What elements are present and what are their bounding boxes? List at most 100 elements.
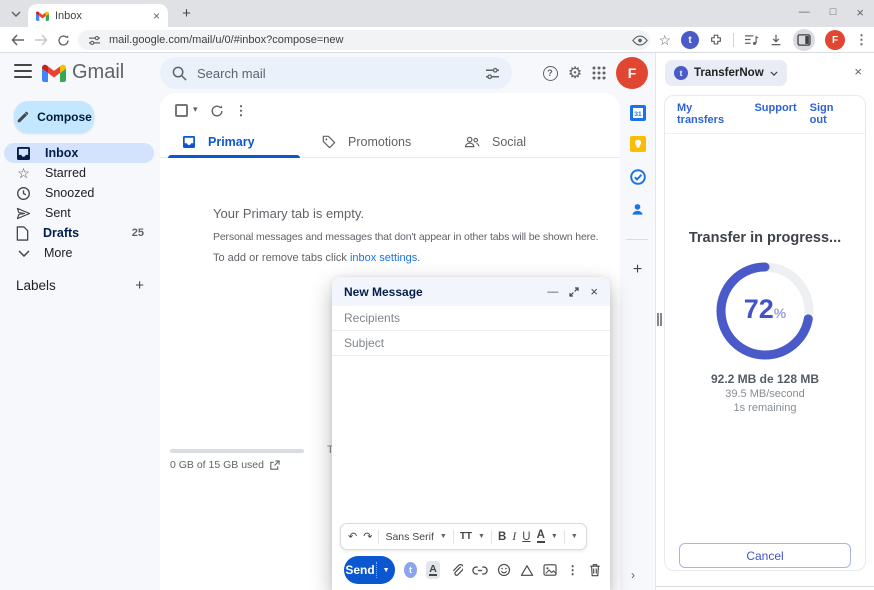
bookmark-star-icon[interactable]: ☆ [658,32,671,49]
compose-popout-icon[interactable] [569,287,579,297]
select-dropdown-icon[interactable]: ▾ [193,104,198,115]
settings-gear-icon[interactable]: ⚙ [565,63,585,83]
search-icon [172,66,187,81]
cancel-button[interactable]: Cancel [679,543,851,568]
refresh-button[interactable] [53,30,73,50]
compose-button[interactable]: Compose [14,101,94,133]
transfernow-extension-icon[interactable]: t [681,31,699,49]
text-color-button[interactable]: A [537,530,545,543]
sidebar-item-inbox[interactable]: Inbox [4,143,154,163]
tab-close-icon[interactable]: × [153,9,160,23]
downloads-icon[interactable] [769,33,783,47]
recipients-row[interactable] [332,306,610,331]
undo-icon[interactable]: ↶ [348,530,357,543]
attach-file-icon[interactable] [449,562,463,579]
tab-primary[interactable]: Primary [168,125,300,158]
font-family-select[interactable]: Sans Serif [385,531,433,543]
size-caret-icon[interactable]: ▼ [478,533,485,540]
browser-toolbar: mail.google.com/mail/u/0/#inbox?compose=… [0,27,874,53]
list-more-button[interactable]: ⋮ [232,102,250,120]
forward-arrow-icon [34,34,48,46]
tab-promotions[interactable]: Promotions [308,125,446,158]
extensions-puzzle-icon[interactable] [709,33,723,47]
font-size-button[interactable]: TT [460,531,472,542]
underline-button[interactable]: U [522,531,530,543]
keep-icon[interactable] [629,135,646,152]
calendar-icon[interactable]: 31 [629,104,646,121]
subject-input[interactable] [344,336,598,350]
transfernow-compose-icon[interactable]: t [404,562,417,578]
insert-image-icon[interactable] [543,562,557,579]
insert-link-icon[interactable] [472,562,488,579]
more-formats-icon[interactable]: ▼ [571,533,578,540]
external-link-icon[interactable] [269,460,280,471]
gmail-profile-avatar[interactable]: F [616,57,648,89]
password-eye-icon[interactable] [632,35,648,46]
italic-button[interactable]: I [512,529,516,544]
collapse-panel-arrow[interactable]: › [631,568,635,582]
compose-header[interactable]: New Message — × [332,277,610,306]
support-link[interactable]: Support [754,102,796,126]
empty-state-description: Personal messages and messages that don'… [213,231,598,243]
inbox-settings-link[interactable]: inbox settings [350,252,417,264]
sidebar-item-starred[interactable]: ☆ Starred [0,163,160,183]
sidebar-item-drafts[interactable]: Drafts 25 [0,223,160,243]
window-close-button[interactable]: × [856,5,864,20]
social-people-icon [464,135,480,148]
tasks-icon[interactable] [629,168,646,185]
percent-unit: % [774,305,786,321]
send-button[interactable]: Send ▼ [344,556,395,584]
sidebar-item-sent[interactable]: Sent [0,203,160,223]
compose-minimize-icon[interactable]: — [547,286,558,298]
sidebar-item-snoozed[interactable]: Snoozed [0,183,160,203]
window-maximize-button[interactable]: □ [830,6,837,18]
subject-row[interactable] [332,331,610,356]
sign-out-link[interactable]: Sign out [810,102,853,126]
browser-menu-icon[interactable]: ⋮ [855,32,868,48]
new-tab-button[interactable]: + [178,5,195,22]
send-options-caret[interactable]: ▼ [377,567,395,574]
discard-draft-icon[interactable] [588,562,602,579]
sidebar-item-more[interactable]: More [0,243,160,263]
window-minimize-button[interactable]: — [799,6,810,18]
media-controls-icon[interactable] [744,34,759,46]
refresh-list-button[interactable] [208,102,226,120]
insert-emoji-icon[interactable] [497,562,511,579]
transfer-remaining-text: 1s remaining [665,402,865,414]
formatting-options-button[interactable]: A [426,561,440,579]
bold-button[interactable]: B [498,531,506,543]
tab-social[interactable]: Social [450,125,590,158]
main-menu-icon[interactable] [14,64,32,78]
back-button[interactable] [8,30,28,50]
side-panel-source-select[interactable]: t TransferNow [665,60,787,86]
browser-tab-inbox[interactable]: Inbox × [28,4,168,27]
insert-drive-icon[interactable] [520,562,534,579]
help-icon[interactable]: ? [540,63,560,83]
gmail-logo: Gmail [42,61,124,84]
side-panel-close-icon[interactable]: × [854,64,862,79]
side-panel-toggle[interactable] [793,29,815,51]
panel-resize-handle[interactable] [657,313,662,326]
browser-profile-avatar[interactable]: F [825,30,845,50]
tab-search-button[interactable] [8,6,24,22]
color-caret-icon[interactable]: ▼ [551,533,558,540]
search-filter-icon[interactable] [485,67,500,80]
apps-grid-icon[interactable] [589,63,609,83]
inbox-icon [16,147,31,160]
compose-more-icon[interactable]: ⋮ [566,562,580,579]
select-all-checkbox[interactable] [175,104,188,117]
companion-divider [626,239,648,240]
search-bar[interactable] [160,57,512,89]
contacts-icon[interactable] [629,201,646,218]
forward-button[interactable] [31,30,51,50]
create-label-button[interactable]: + [135,277,144,294]
my-transfers-link[interactable]: My transfers [677,102,741,126]
font-caret-icon[interactable]: ▼ [440,533,447,540]
get-addons-button[interactable]: + [629,261,646,278]
gmail-m-icon [42,64,66,82]
recipients-input[interactable] [344,311,598,325]
compose-close-icon[interactable]: × [590,284,598,299]
redo-icon[interactable]: ↷ [363,530,372,543]
address-bar[interactable]: mail.google.com/mail/u/0/#inbox?compose=… [78,30,650,50]
search-input[interactable] [197,66,475,81]
